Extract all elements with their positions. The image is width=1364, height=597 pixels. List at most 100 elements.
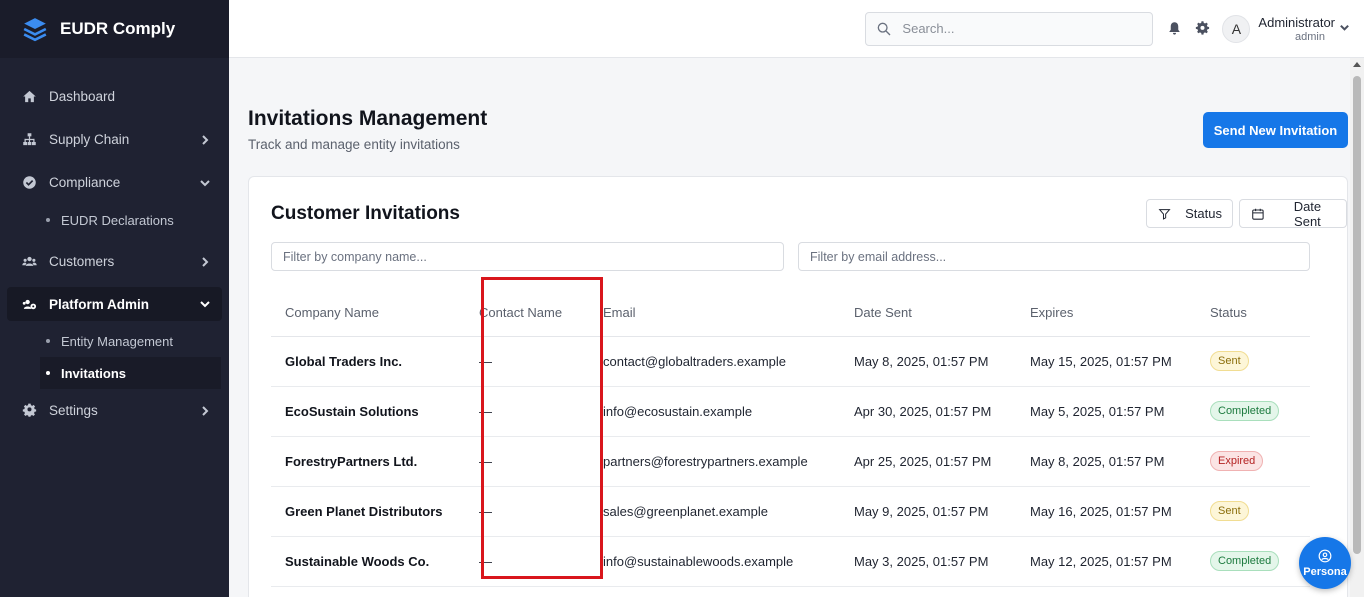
column-header-contact[interactable]: Contact Name [465,289,589,337]
app-name: EUDR Comply [60,19,176,38]
invitations-table: Company Name Contact Name Email Date Sen… [271,289,1310,587]
sidebar-nav: Dashboard Supply Chain Compliance EUDR D… [0,58,229,432]
email-cell: contact@globaltraders.example [589,336,840,387]
persona-button[interactable]: Persona [1299,537,1351,589]
search-input[interactable] [902,21,1133,36]
email-cell: partners@forestrypartners.example [589,436,840,487]
column-header-status[interactable]: Status [1196,289,1310,337]
invitations-card: Customer Invitations Status Date Sent Co… [248,176,1348,597]
contact-cell: — [465,336,589,387]
bullet-icon [46,371,50,375]
column-header-email[interactable]: Email [589,289,840,337]
date-sent-filter-button[interactable]: Date Sent [1239,198,1347,229]
content: Invitations Management Track and manage … [248,58,1350,597]
date-filter-label: Date Sent [1293,198,1322,229]
sidebar-item-label: Supply Chain [49,132,130,147]
page-title: Invitations Management [248,107,488,130]
chevron-down-icon[interactable] [1339,20,1350,38]
sidebar-item-compliance[interactable]: Compliance [0,161,229,204]
sidebar-subitem-label: EUDR Declarations [61,212,174,228]
sidebar-subitem-entity-management[interactable]: Entity Management [0,325,229,357]
avatar[interactable]: A [1222,14,1251,43]
chevron-down-icon [199,298,211,310]
status-badge: Completed [1210,401,1280,421]
layers-logo-icon [23,18,47,42]
users-cog-icon [20,295,38,313]
sidebar: EUDR Comply Dashboard Supply Chain Compl… [0,0,229,597]
date-sent-cell: May 3, 2025, 01:57 PM [840,536,1016,587]
email-filter-input[interactable] [798,242,1310,271]
sidebar-subitem-eudr-declarations[interactable]: EUDR Declarations [0,204,229,236]
company-cell: ForestryPartners Ltd. [271,436,465,487]
date-sent-cell: May 8, 2025, 01:57 PM [840,336,1016,387]
sidebar-item-dashboard[interactable]: Dashboard [0,75,229,118]
expires-cell: May 16, 2025, 01:57 PM [1016,486,1196,537]
company-filter-input[interactable] [271,242,784,271]
status-cell: Completed [1196,536,1310,587]
date-sent-cell: Apr 25, 2025, 01:57 PM [840,436,1016,487]
sidebar-item-platform-admin[interactable]: Platform Admin [7,287,222,321]
scroll-up-arrow-icon[interactable] [1353,62,1361,67]
table-row[interactable]: Green Planet Distributors — sales@greenp… [271,486,1310,537]
status-cell: Sent [1196,336,1310,387]
filter-icon [1158,208,1171,220]
company-cell: EcoSustain Solutions [271,386,465,437]
bell-icon[interactable] [1166,21,1182,37]
status-cell: Completed [1196,386,1310,437]
table-row[interactable]: EcoSustain Solutions — info@ecosustain.e… [271,386,1310,437]
status-cell: Expired [1196,436,1310,487]
sidebar-item-supply-chain[interactable]: Supply Chain [0,118,229,161]
expires-cell: May 5, 2025, 01:57 PM [1016,386,1196,437]
email-cell: info@ecosustain.example [589,386,840,437]
chevron-right-icon [199,256,211,268]
chevron-right-icon [199,405,211,417]
column-header-date-sent[interactable]: Date Sent [840,289,1016,337]
sidebar-subitem-invitations[interactable]: Invitations [40,357,221,389]
status-filter-button[interactable]: Status [1146,199,1233,228]
chevron-right-icon [199,134,211,146]
sidebar-item-label: Platform Admin [49,296,150,312]
company-cell: Green Planet Distributors [271,486,465,537]
status-badge: Expired [1210,451,1264,471]
sidebar-item-settings[interactable]: Settings [0,389,229,432]
table-header-row: Company Name Contact Name Email Date Sen… [271,289,1310,337]
contact-cell: — [465,386,589,437]
status-badge: Completed [1210,551,1280,571]
expires-cell: May 12, 2025, 01:57 PM [1016,536,1196,587]
brand[interactable]: EUDR Comply [0,0,229,58]
sidebar-item-label: Compliance [49,175,121,190]
status-badge: Sent [1210,351,1249,371]
date-sent-cell: May 9, 2025, 01:57 PM [840,486,1016,537]
contact-cell: — [465,536,589,587]
table-row[interactable]: Global Traders Inc. — contact@globaltrad… [271,336,1310,387]
user-circle-icon [1318,549,1332,562]
sitemap-icon [20,131,38,149]
contact-cell: — [465,486,589,537]
email-cell: sales@greenplanet.example [589,486,840,537]
sidebar-item-label: Settings [49,403,98,418]
scrollbar-thumb[interactable] [1353,76,1361,554]
status-filter-label: Status [1185,206,1222,221]
search-box[interactable] [865,11,1154,46]
sidebar-item-label: Dashboard [49,89,116,104]
sidebar-item-customers[interactable]: Customers [0,240,229,283]
bullet-icon [46,218,50,222]
user-name: Administrator [1258,14,1335,30]
topbar: A Administrator admin [229,0,1364,58]
expires-cell: May 8, 2025, 01:57 PM [1016,436,1196,487]
page-scrollbar[interactable] [1350,58,1364,597]
gear-icon[interactable] [1194,21,1210,37]
persona-label: Persona [1303,565,1347,578]
status-badge: Sent [1210,501,1249,521]
home-icon [20,88,38,106]
table-row[interactable]: ForestryPartners Ltd. — partners@forestr… [271,436,1310,487]
user-menu[interactable]: Administrator admin [1258,15,1335,43]
sidebar-subitem-label: Invitations [61,365,127,381]
send-new-invitation-button[interactable]: Send New Invitation [1203,112,1348,148]
company-cell: Sustainable Woods Co. [271,536,465,587]
expires-cell: May 15, 2025, 01:57 PM [1016,336,1196,387]
column-header-expires[interactable]: Expires [1016,289,1196,337]
email-cell: info@sustainablewoods.example [589,536,840,587]
column-header-company[interactable]: Company Name [271,289,465,337]
table-row[interactable]: Sustainable Woods Co. — info@sustainable… [271,536,1310,587]
